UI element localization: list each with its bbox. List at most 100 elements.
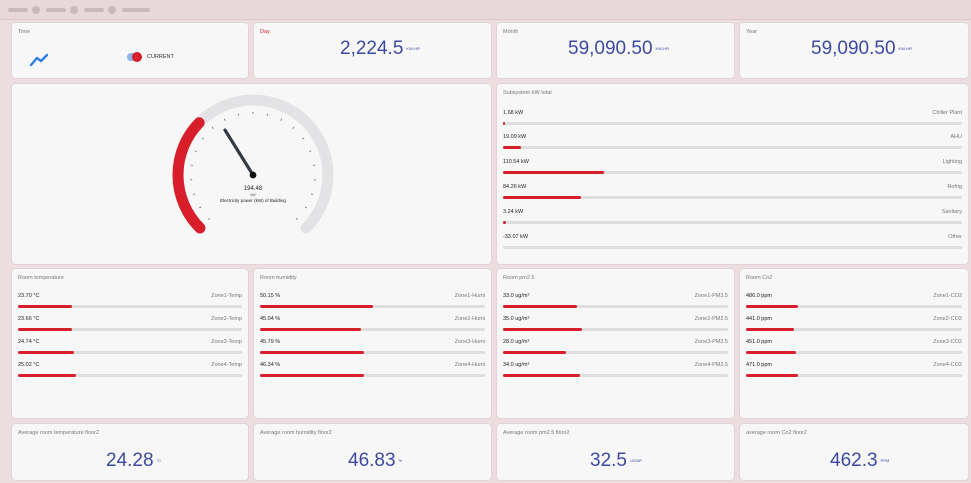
- row-fill: [503, 221, 507, 224]
- row-value: 45.04 %: [260, 316, 281, 322]
- row-fill: [18, 305, 72, 308]
- topbar-item[interactable]: [46, 8, 66, 12]
- power-gauge-panel: 194.48 kW Electricity power (kW) of Buil…: [12, 84, 491, 264]
- topbar-dot-icon: [108, 6, 116, 14]
- year-panel: Year 59,090.50 KW-HR: [740, 23, 968, 78]
- panel-title: average room Co2 floor2: [746, 430, 807, 436]
- panel-title: Average room pm2.5 floor2: [503, 430, 570, 436]
- row-fill: [503, 122, 505, 125]
- room-pm25-panel: Room pm2.5 33.0 ug/m³ Zone1-PM2.5 35.0 ug…: [497, 269, 734, 418]
- row-fill: [503, 171, 604, 174]
- zone-row: 471.0 ppm Zone4-CO2: [746, 362, 962, 388]
- trend-line-icon[interactable]: [29, 53, 49, 67]
- panel-title: Room pm2.5: [503, 275, 535, 281]
- room-humidity-panel: Room humidity 50.15 % Zone1-Humi 45.04 % Z…: [254, 269, 491, 418]
- panel-title: Month: [503, 29, 519, 35]
- row-label: Zone2-CO2: [933, 316, 962, 322]
- row-fill: [260, 305, 373, 308]
- panel-title: Average room temperature floor2: [18, 430, 99, 436]
- gauge-tick: [211, 126, 214, 129]
- row-track: [18, 374, 242, 377]
- row-value: 25.02 °C: [18, 362, 40, 368]
- row-label: Zone2-Temp: [211, 316, 242, 322]
- row-track: [503, 221, 962, 224]
- row-track: [260, 351, 485, 354]
- row-track: [746, 374, 962, 377]
- subsystem-row: 3.24 kW Sanitary: [503, 209, 962, 233]
- row-value: 45.79 %: [260, 339, 281, 345]
- row-label: Zone3-Temp: [211, 339, 242, 345]
- row-track: [503, 196, 962, 199]
- row-label: Zone4-Humi: [454, 362, 485, 368]
- top-bar: [0, 0, 971, 20]
- panel-title: Room Co2: [746, 275, 773, 281]
- subsystem-row: 84.26 kW Refrig: [503, 184, 962, 208]
- panel-title: Day: [260, 29, 270, 35]
- row-value: 33.0 ug/m³: [503, 293, 530, 299]
- topbar-item[interactable]: [84, 8, 104, 12]
- row-label: Zone2-Humi: [454, 316, 485, 322]
- row-label: Zone4-PM2.5: [694, 362, 728, 368]
- gauge-unit: kW: [250, 193, 256, 197]
- topbar-dot-icon: [70, 6, 78, 14]
- row-label: Zone1-Humi: [454, 293, 485, 299]
- panel-title: Year: [746, 29, 758, 35]
- row-value: 23.70 °C: [18, 293, 40, 299]
- gauge-tick: [292, 126, 295, 129]
- row-value: 34.0 ug/m³: [503, 362, 530, 368]
- avg-temperature-panel: Average room temperature floor2 24.28 °C: [12, 424, 248, 480]
- row-fill: [746, 374, 798, 377]
- row-value: 19.09 kW: [503, 134, 527, 140]
- avg-humidity-panel: Average room humidity floor2 46.83%: [254, 424, 491, 480]
- row-value: 1.68 kW: [503, 110, 524, 116]
- avg-temperature-value: 24.28 °C: [106, 450, 161, 472]
- avg-humidity-value: 46.83%: [348, 450, 402, 472]
- current-toggle[interactable]: [127, 52, 142, 62]
- row-track: [18, 351, 242, 354]
- gauge-fill: [172, 117, 206, 234]
- avg-humidity-number: 46.83: [348, 450, 396, 471]
- panel-title: Average room humidity floor2: [260, 430, 332, 436]
- row-label: Zone3-CO2: [933, 339, 962, 345]
- row-track: [503, 351, 728, 354]
- row-track: [503, 374, 728, 377]
- panel-title: Time: [18, 29, 31, 35]
- topbar-dot-icon: [32, 6, 40, 14]
- zone-row: 34.0 ug/m³ Zone4-PM2.5: [503, 362, 728, 388]
- row-fill: [503, 374, 580, 377]
- row-value: 46.34 %: [260, 362, 281, 368]
- row-value: 84.26 kW: [503, 184, 527, 190]
- row-track: [503, 146, 962, 149]
- row-track: [503, 328, 728, 331]
- gauge-ticks: [190, 112, 316, 220]
- gauge-tick: [199, 206, 202, 209]
- day-unit: KW-HR: [406, 46, 420, 52]
- row-value: 3.24 kW: [503, 209, 524, 215]
- row-track: [746, 351, 962, 354]
- avg-co2-value: 462.3 PPM: [830, 450, 889, 472]
- gauge-tick: [208, 217, 211, 220]
- panel-title: Room humidity: [260, 275, 297, 281]
- gauge-tick: [280, 118, 282, 121]
- subsystem-row: -33.07 kW Other: [503, 234, 962, 258]
- row-fill: [260, 374, 364, 377]
- avg-temperature-unit: °C: [156, 458, 162, 464]
- row-fill: [503, 146, 522, 149]
- row-fill: [503, 328, 582, 331]
- gauge-tick: [302, 137, 305, 140]
- gauge-caption: Electricity power (kW) of Building: [220, 198, 286, 203]
- avg-pm25-panel: Average room pm2.5 floor2 32.5 UG/M³: [497, 424, 734, 480]
- subsystem-panel: Subsystem kW total 1.68 kW Chiller Plant …: [497, 84, 968, 264]
- row-label: Zone1-CO2: [933, 293, 962, 299]
- row-fill: [503, 196, 582, 199]
- row-value: -33.07 kW: [503, 234, 529, 240]
- row-fill: [503, 351, 566, 354]
- row-label: Zone2-PM2.5: [694, 316, 728, 322]
- row-label: Other: [948, 234, 962, 240]
- subsystem-row: 1.68 kW Chiller Plant: [503, 110, 962, 134]
- topbar-item[interactable]: [122, 8, 150, 12]
- row-fill: [18, 328, 72, 331]
- subsystem-row: 110.54 kW Lighting: [503, 159, 962, 183]
- avg-pm25-number: 32.5: [590, 450, 627, 471]
- topbar-item[interactable]: [8, 8, 28, 12]
